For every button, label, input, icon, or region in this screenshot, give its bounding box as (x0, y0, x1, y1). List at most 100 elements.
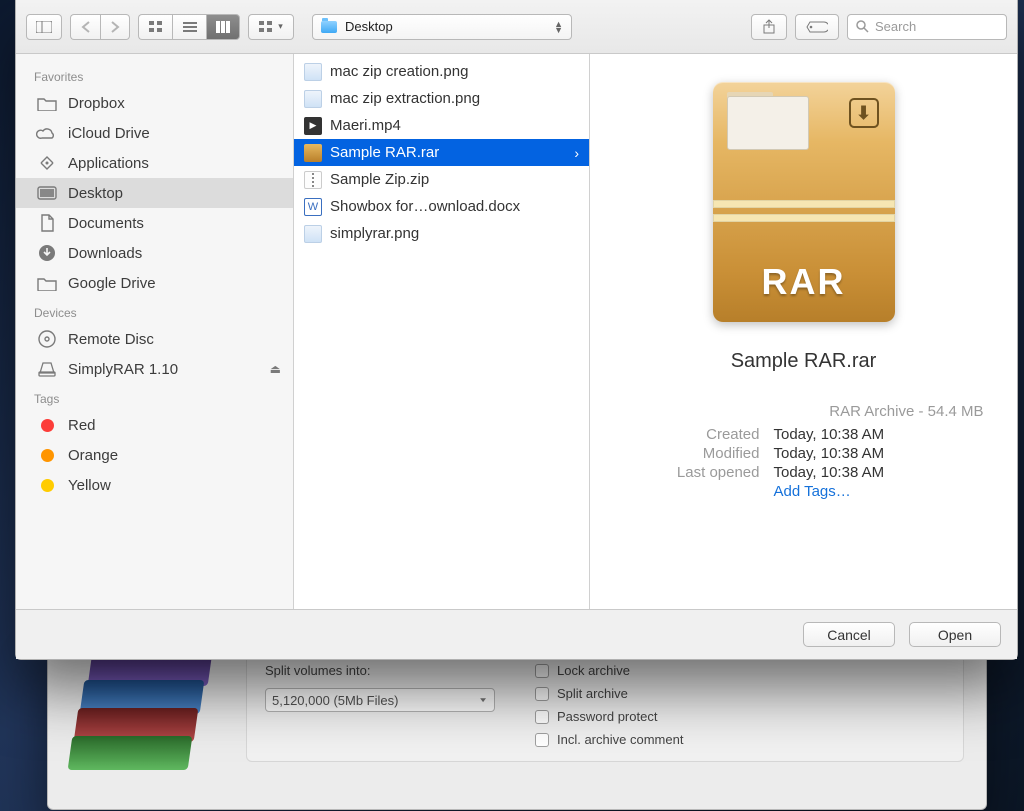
sidebar-item-orange[interactable]: Orange (16, 440, 293, 470)
file-row[interactable]: Sample RAR.rar› (294, 139, 589, 166)
share-button[interactable] (751, 14, 787, 40)
sidebar-item-label: Applications (68, 155, 149, 172)
doc-icon (36, 214, 58, 232)
view-icons-button[interactable] (138, 14, 172, 40)
meta-key: Created (624, 426, 760, 443)
forward-button[interactable] (100, 14, 130, 40)
file-name: Maeri.mp4 (330, 117, 401, 134)
tag-dot-icon (41, 449, 54, 462)
chevron-down-icon: ▼ (478, 696, 488, 703)
preview-filename: Sample RAR.rar (731, 350, 877, 373)
tags-button[interactable] (795, 14, 839, 40)
group-by-dropdown[interactable]: ▾ (248, 14, 294, 40)
meta-key: Last opened (624, 464, 760, 481)
checkbox-icon (535, 710, 549, 724)
eject-icon[interactable]: ⏏ (270, 362, 281, 376)
sidebar-item-yellow[interactable]: Yellow (16, 470, 293, 500)
open-button[interactable]: Open (909, 622, 1001, 647)
open-file-dialog: ▾ Desktop ▲▼ Search Favorites Dropbox iClo… (15, 0, 1018, 660)
sidebar-item-remote-disc[interactable]: Remote Disc (16, 324, 293, 354)
tag-dot-icon (41, 419, 54, 432)
file-row[interactable]: mac zip extraction.png› (294, 85, 589, 112)
add-tags-link[interactable]: Add Tags… (774, 483, 851, 500)
checkbox-icon (535, 687, 549, 701)
cancel-button[interactable]: Cancel (803, 622, 895, 647)
sidebar-item-downloads[interactable]: Downloads (16, 238, 293, 268)
sidebar-item-label: Desktop (68, 185, 123, 202)
nav-buttons (70, 14, 130, 40)
location-name: Desktop (345, 19, 546, 34)
file-row[interactable]: ▶Maeri.mp4› (294, 112, 589, 139)
background-options-panel: Split volumes into: 5,120,000 (5Mb Files… (246, 652, 964, 762)
sidebar-item-red[interactable]: Red (16, 410, 293, 440)
file-row[interactable]: WShowbox for…ownload.docx› (294, 193, 589, 220)
sidebar-item-label: Dropbox (68, 95, 125, 112)
sidebar-item-google-drive[interactable]: Google Drive (16, 268, 293, 298)
option-split-archive[interactable]: Split archive (535, 686, 683, 701)
preview-pane: ⬇ RAR Sample RAR.rar RAR Archive - 54.4 … (590, 54, 1017, 609)
apps-icon (36, 155, 58, 172)
preview-meta-row: Created Today, 10:38 AM (624, 426, 984, 443)
search-field[interactable]: Search (847, 14, 1007, 40)
location-dropdown[interactable]: Desktop ▲▼ (312, 14, 572, 40)
sidebar-item-applications[interactable]: Applications (16, 148, 293, 178)
vid-file-icon: ▶ (304, 117, 322, 135)
option-label: Password protect (557, 709, 657, 724)
dialog-toolbar: ▾ Desktop ▲▼ Search (16, 0, 1017, 54)
search-icon (856, 20, 869, 33)
sidebar-item-label: Documents (68, 215, 144, 232)
split-volumes-select[interactable]: 5,120,000 (5Mb Files) ▼ (265, 688, 495, 712)
background-app-window: Split volumes into: 5,120,000 (5Mb Files… (47, 640, 987, 810)
sidebar-item-dropbox[interactable]: Dropbox (16, 88, 293, 118)
sidebar-section-header: Favorites (16, 62, 293, 88)
img-file-icon (304, 225, 322, 243)
file-row[interactable]: mac zip creation.png› (294, 58, 589, 85)
file-row[interactable]: Sample Zip.zip› (294, 166, 589, 193)
preview-meta-row: ModifiedToday, 10:38 AM (624, 445, 984, 462)
file-name: mac zip extraction.png (330, 90, 480, 107)
chevron-down-icon: ▾ (278, 21, 283, 32)
tag-dot-icon (36, 419, 58, 432)
img-file-icon (304, 63, 322, 81)
disc-icon (36, 329, 58, 349)
file-name: mac zip creation.png (330, 63, 468, 80)
sidebar-item-desktop[interactable]: Desktop (16, 178, 293, 208)
dialog-footer: Cancel Open (16, 609, 1017, 659)
file-row[interactable]: simplyrar.png› (294, 220, 589, 247)
sidebar-item-documents[interactable]: Documents (16, 208, 293, 238)
split-volumes-label: Split volumes into: (265, 663, 495, 678)
meta-key: Modified (624, 445, 760, 462)
folder-icon (36, 276, 58, 291)
sidebar-item-simplyrar-1-10[interactable]: SimplyRAR 1.10⏏ (16, 354, 293, 384)
sidebar-item-label: Google Drive (68, 275, 156, 292)
meta-value: Today, 10:38 AM (774, 426, 885, 443)
option-incl-archive-comment[interactable]: Incl. archive comment (535, 732, 683, 747)
view-list-button[interactable] (172, 14, 206, 40)
file-name: simplyrar.png (330, 225, 419, 242)
sidebar-item-label: Red (68, 417, 96, 434)
back-button[interactable] (70, 14, 100, 40)
sidebar-toggle-button[interactable] (26, 14, 62, 40)
zip-file-icon (304, 171, 322, 189)
sidebar-item-label: Orange (68, 447, 118, 464)
sidebar-item-label: Remote Disc (68, 331, 154, 348)
img-file-icon (304, 90, 322, 108)
chevron-right-icon: › (574, 145, 579, 161)
tag-dot-icon (36, 449, 58, 462)
sidebar: Favorites Dropbox iCloud Drive Applications… (16, 54, 294, 609)
file-column: mac zip creation.png›mac zip extraction.… (294, 54, 590, 609)
view-columns-button[interactable] (206, 14, 240, 40)
tag-dot-icon (36, 479, 58, 492)
winrar-books-icon (70, 652, 218, 768)
sidebar-item-icloud-drive[interactable]: iCloud Drive (16, 118, 293, 148)
file-name: Sample Zip.zip (330, 171, 429, 188)
rar-archive-icon: ⬇ RAR (713, 82, 895, 322)
option-lock-archive[interactable]: Lock archive (535, 663, 683, 678)
option-password-protect[interactable]: Password protect (535, 709, 683, 724)
sidebar-item-label: Yellow (68, 477, 111, 494)
folder-icon (321, 21, 337, 33)
sidebar-section-header: Devices (16, 298, 293, 324)
tag-dot-icon (41, 479, 54, 492)
checkbox-icon (535, 733, 549, 747)
rar-file-icon (304, 144, 322, 162)
